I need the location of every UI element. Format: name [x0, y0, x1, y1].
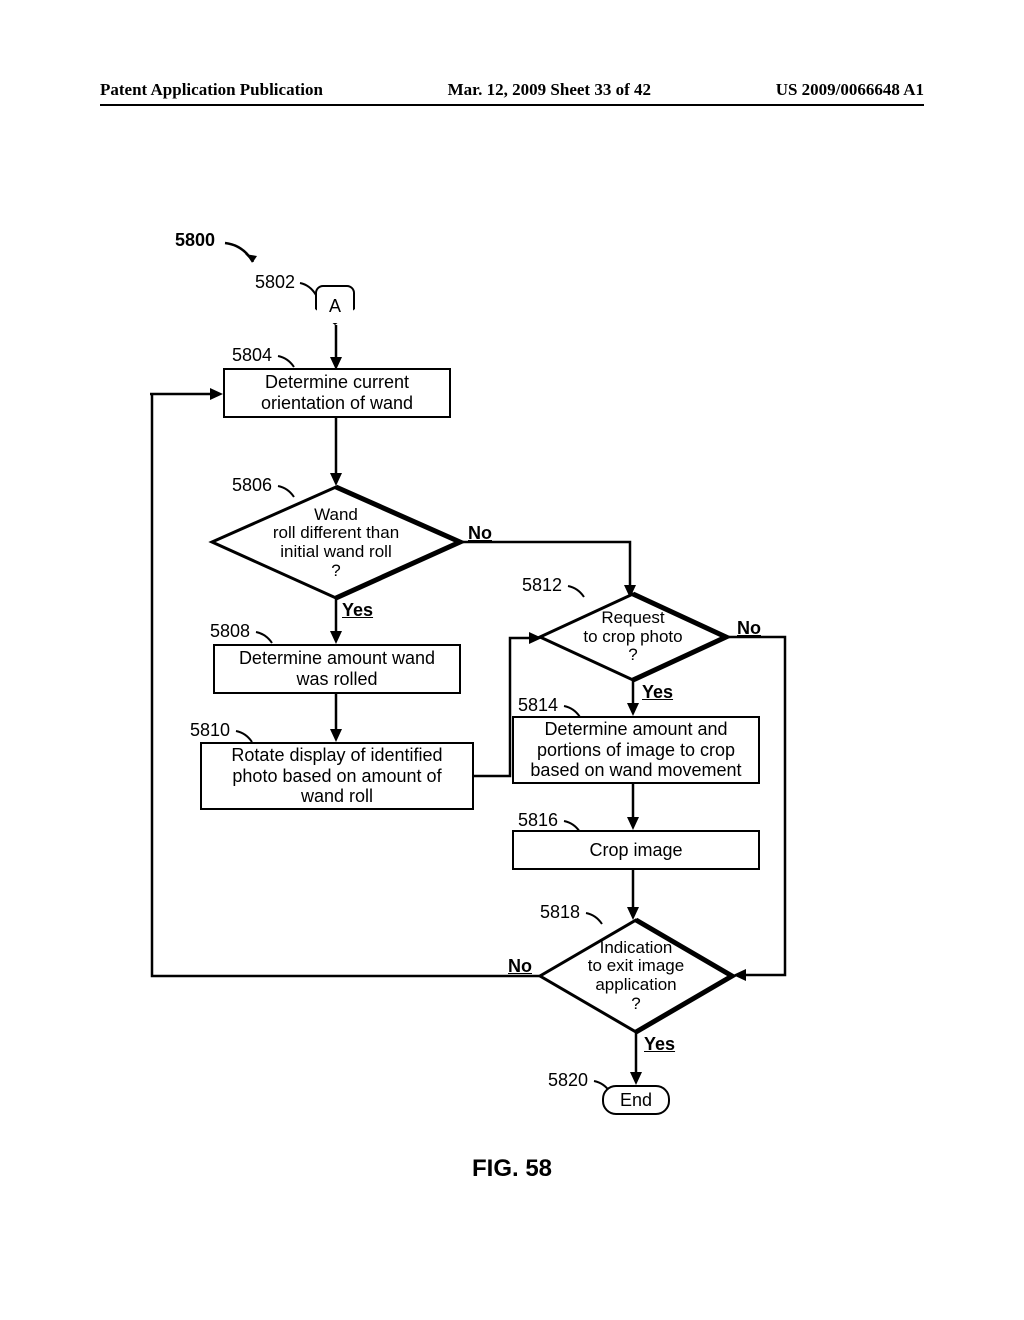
- arrow-5816-to-5818: [625, 870, 643, 922]
- arrow-5812-yes: [625, 680, 643, 718]
- header-middle: Mar. 12, 2009 Sheet 33 of 42: [448, 80, 651, 100]
- process-5816: Crop image: [512, 830, 760, 870]
- ref-5804: 5804: [232, 345, 272, 366]
- figure-58: 5800 5802 5804 5806 5808 5810 5812 5814: [150, 230, 850, 1150]
- leader-5800: [225, 240, 265, 270]
- ref-5800: 5800: [175, 230, 215, 251]
- arrow-5812-no: [725, 635, 815, 985]
- figure-caption: FIG. 58: [0, 1155, 1024, 1183]
- process-5816-text: Crop image: [589, 840, 682, 861]
- ref-5820: 5820: [548, 1070, 588, 1091]
- arrow-5818-no-loop: [150, 394, 545, 984]
- label-yes-5812: Yes: [642, 682, 673, 703]
- arrow-5814-to-5816: [625, 784, 643, 832]
- arrow-a-to-5804: [328, 325, 346, 370]
- label-yes-5818: Yes: [644, 1034, 675, 1055]
- page-header: Patent Application Publication Mar. 12, …: [100, 80, 924, 106]
- page: Patent Application Publication Mar. 12, …: [0, 0, 1024, 1320]
- connector-a: A: [315, 285, 355, 325]
- decision-5812-text: Request to crop photo ?: [558, 602, 708, 672]
- process-5814-text: Determine amount and portions of image t…: [530, 719, 741, 781]
- process-5814: Determine amount and portions of image t…: [512, 716, 760, 784]
- terminal-end: End: [602, 1085, 670, 1115]
- decision-5818-text: Indication to exit image application ?: [562, 932, 710, 1020]
- header-left: Patent Application Publication: [100, 80, 323, 100]
- arrow-5818-yes: [628, 1032, 646, 1087]
- header-right: US 2009/0066648 A1: [776, 80, 924, 100]
- ref-5802: 5802: [255, 272, 295, 293]
